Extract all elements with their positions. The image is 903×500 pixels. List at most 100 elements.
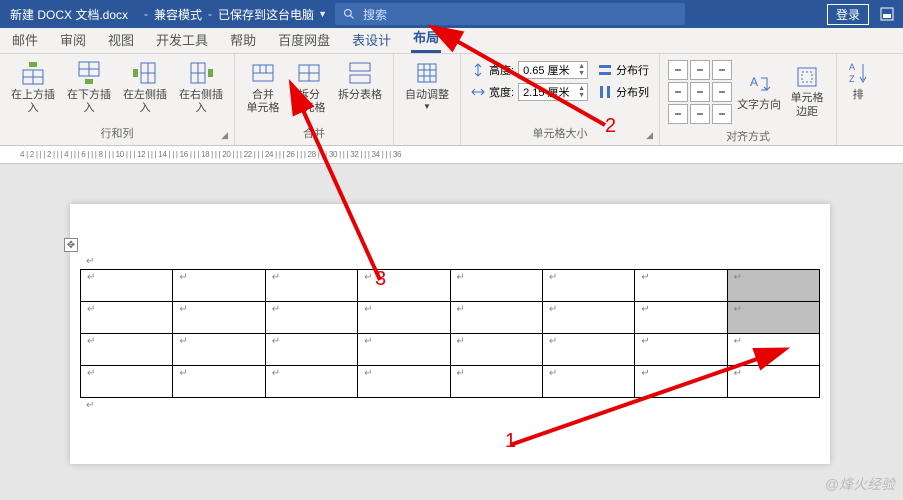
svg-text:A: A: [750, 75, 758, 89]
compat-mode: 兼容模式: [154, 6, 202, 23]
table-cell[interactable]: ↵: [81, 334, 173, 366]
insert-below-button[interactable]: 在下方插入: [62, 58, 116, 117]
merge-cells-button[interactable]: 合并 单元格: [241, 58, 285, 117]
autofit-button[interactable]: 自动调整 ▼: [400, 58, 454, 114]
svg-text:Z: Z: [849, 74, 855, 84]
group-autofit: 自动调整 ▼: [394, 54, 461, 145]
distribute-rows-button[interactable]: 分布行: [598, 62, 649, 78]
table-cell[interactable]: ↵: [542, 366, 634, 398]
table-cell[interactable]: ↵: [542, 302, 634, 334]
tab-view[interactable]: 视图: [106, 26, 136, 53]
table-cell[interactable]: ↵: [265, 334, 357, 366]
page: ↵ ✥ ↵↵↵↵↵↵↵↵↵↵↵↵↵↵↵↵↵↵↵↵↵↵↵↵↵↵↵↵↵↵↵↵ ↵: [70, 204, 830, 464]
table-cell[interactable]: ↵: [635, 270, 727, 302]
table-cell[interactable]: ↵: [358, 334, 450, 366]
text-direction-button[interactable]: A 文字方向: [736, 70, 782, 114]
row-height-icon: [471, 63, 485, 77]
title-bar: 新建 DOCX 文档.docx - 兼容模式 - 已保存到这台电脑 ▼ 搜索 登…: [0, 0, 903, 28]
tab-layout[interactable]: 布局: [411, 23, 441, 53]
width-input[interactable]: 2.15 厘米▲▼: [518, 83, 588, 101]
launcher-icon[interactable]: ◢: [221, 130, 228, 141]
tab-table-design[interactable]: 表设计: [350, 26, 393, 53]
group-alignment: A 文字方向 单元格 边距 对齐方式: [660, 54, 837, 145]
group-sort: AZ 排: [837, 54, 879, 145]
height-input[interactable]: 0.65 厘米▲▼: [518, 61, 588, 79]
group-cell-size: 高度: 0.65 厘米▲▼ 宽度: 2.15 厘米▲▼ 分布行 分布列 单元格大…: [461, 54, 660, 145]
split-cells-button[interactable]: 拆分 单元格: [287, 58, 331, 117]
cell-margins-button[interactable]: 单元格 边距: [784, 63, 830, 120]
insert-left-icon: [132, 60, 158, 86]
table-cell[interactable]: ↵: [173, 270, 265, 302]
split-table-button[interactable]: 拆分表格: [333, 58, 387, 104]
table-cell[interactable]: ↵: [173, 302, 265, 334]
tab-mail[interactable]: 邮件: [10, 26, 40, 53]
width-label: 宽度:: [489, 84, 514, 100]
table-cell[interactable]: ↵: [173, 334, 265, 366]
sort-button[interactable]: AZ 排: [843, 58, 873, 104]
group-merge: 合并 单元格 拆分 单元格 拆分表格 合并: [235, 54, 394, 145]
table-cell[interactable]: ↵: [265, 366, 357, 398]
table-cell[interactable]: ↵: [727, 270, 819, 302]
tab-review[interactable]: 审阅: [58, 26, 88, 53]
search-input[interactable]: 搜索: [335, 3, 685, 25]
group-label: 行和列: [101, 128, 134, 140]
tab-baidu[interactable]: 百度网盘: [276, 26, 332, 53]
distribute-cols-button[interactable]: 分布列: [598, 84, 649, 100]
sort-icon: AZ: [847, 60, 869, 86]
table-cell[interactable]: ↵: [542, 270, 634, 302]
watermark: @烽火经验: [825, 474, 895, 494]
group-rows-cols: 在上方插入 在下方插入 在左侧插入 在右侧插入 行和列 ◢: [0, 54, 235, 145]
table-cell[interactable]: ↵: [358, 270, 450, 302]
search-icon: [343, 8, 355, 20]
insert-right-icon: [188, 60, 214, 86]
insert-left-button[interactable]: 在左侧插入: [118, 58, 172, 117]
tab-developer[interactable]: 开发工具: [154, 26, 210, 53]
table-cell[interactable]: ↵: [727, 302, 819, 334]
table-cell[interactable]: ↵: [81, 270, 173, 302]
table-cell[interactable]: ↵: [358, 366, 450, 398]
launcher-icon[interactable]: ◢: [646, 130, 653, 141]
insert-above-icon: [20, 60, 46, 86]
group-label: 合并: [303, 128, 325, 140]
table-cell[interactable]: ↵: [450, 302, 542, 334]
group-label: 单元格大小: [533, 128, 588, 140]
table-cell[interactable]: ↵: [81, 366, 173, 398]
table-cell[interactable]: ↵: [635, 302, 727, 334]
table-cell[interactable]: ↵: [542, 334, 634, 366]
horizontal-ruler[interactable]: 4 | 2 | | | 2 | | | 4 | | | 6 | | | 8 | …: [0, 146, 903, 164]
merge-cells-icon: [250, 60, 276, 86]
insert-above-button[interactable]: 在上方插入: [6, 58, 60, 117]
table-cell[interactable]: ↵: [727, 366, 819, 398]
table-cell[interactable]: ↵: [450, 270, 542, 302]
svg-text:A: A: [849, 62, 855, 72]
table-move-handle[interactable]: ✥: [64, 238, 78, 252]
alignment-grid[interactable]: [666, 58, 734, 126]
table-cell[interactable]: ↵: [727, 334, 819, 366]
document-area: ↵ ✥ ↵↵↵↵↵↵↵↵↵↵↵↵↵↵↵↵↵↵↵↵↵↵↵↵↵↵↵↵↵↵↵↵ ↵: [0, 164, 903, 500]
table-cell[interactable]: ↵: [265, 302, 357, 334]
height-label: 高度:: [489, 62, 514, 78]
split-cells-icon: [296, 60, 322, 86]
tab-help[interactable]: 帮助: [228, 26, 258, 53]
table-cell[interactable]: ↵: [358, 302, 450, 334]
login-button[interactable]: 登录: [827, 4, 869, 25]
table-cell[interactable]: ↵: [81, 302, 173, 334]
text-direction-icon: A: [747, 72, 771, 96]
table-cell[interactable]: ↵: [265, 270, 357, 302]
table-cell[interactable]: ↵: [635, 366, 727, 398]
col-width-icon: [471, 85, 485, 99]
document-table[interactable]: ↵↵↵↵↵↵↵↵↵↵↵↵↵↵↵↵↵↵↵↵↵↵↵↵↵↵↵↵↵↵↵↵: [80, 269, 820, 398]
ribbon-options-icon[interactable]: [879, 6, 895, 22]
split-table-icon: [347, 60, 373, 86]
table-cell[interactable]: ↵: [450, 334, 542, 366]
ribbon: 在上方插入 在下方插入 在左侧插入 在右侧插入 行和列 ◢ 合并 单元格: [0, 54, 903, 146]
table-cell[interactable]: ↵: [173, 366, 265, 398]
table-cell[interactable]: ↵: [635, 334, 727, 366]
insert-right-button[interactable]: 在右侧插入: [174, 58, 228, 117]
document-title: 新建 DOCX 文档.docx: [0, 6, 138, 23]
cell-margins-icon: [795, 65, 819, 89]
paragraph-mark: ↵: [80, 398, 820, 413]
chevron-down-icon[interactable]: ▼: [318, 9, 327, 19]
table-cell[interactable]: ↵: [450, 366, 542, 398]
group-label: 对齐方式: [726, 131, 770, 143]
